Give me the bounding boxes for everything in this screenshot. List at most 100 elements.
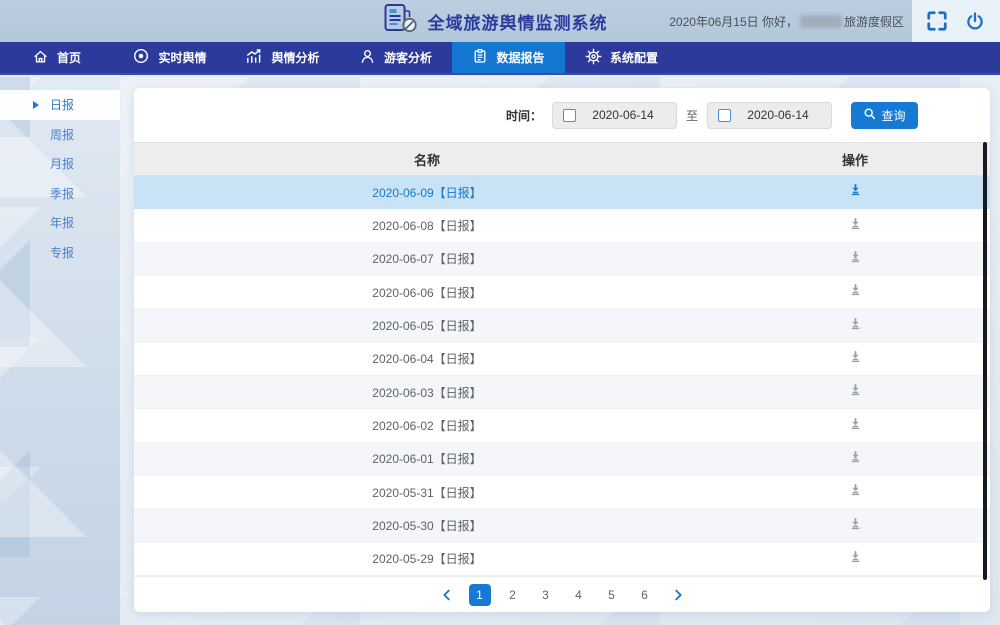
search-icon [863,107,876,123]
table-row[interactable]: 2020-06-04【日报】 [134,343,990,376]
nav-item-visitor-analysis[interactable]: 游客分析 [339,42,452,73]
download-icon[interactable] [849,283,862,296]
report-name[interactable]: 2020-06-04【日报】 [134,350,720,367]
table-row[interactable]: 2020-06-09【日报】 [134,176,990,209]
report-name[interactable]: 2020-06-03【日报】 [134,384,720,401]
topbar: 全域旅游舆情监测系统 2020年06月15日 你好，旅游度假区 [0,0,1000,42]
download-icon[interactable] [849,383,862,396]
sidebar-item-annual-report[interactable]: 年报 [0,208,120,238]
query-button-label: 查询 [881,107,905,124]
chevron-left-icon[interactable] [436,584,458,606]
report-name[interactable]: 2020-06-07【日报】 [134,250,720,267]
page-button-3[interactable]: 3 [535,584,557,606]
table-body: 2020-06-09【日报】 2020-06-08【日报】 2020-06-07… [134,176,990,576]
time-filter-label: 时间： [506,107,542,124]
sidebar-item-quarterly-report[interactable]: 季报 [0,179,120,209]
table-row[interactable]: 2020-06-05【日报】 [134,309,990,342]
sidebar-item-label: 年报 [50,214,74,231]
report-name[interactable]: 2020-05-31【日报】 [134,484,720,501]
download-icon[interactable] [849,250,862,263]
report-name[interactable]: 2020-06-02【日报】 [134,417,720,434]
table-row[interactable]: 2020-05-29【日报】 [134,543,990,576]
download-icon[interactable] [849,483,862,496]
download-icon[interactable] [849,317,862,330]
report-name[interactable]: 2020-05-29【日报】 [134,550,720,567]
app-title: 全域旅游舆情监测系统 [428,9,608,34]
pagination: 1 2 3 4 5 6 [134,576,990,612]
report-list-card: 时间： 2020-06-14 至 2020-06-14 查询 名称 [134,88,990,612]
filter-row: 时间： 2020-06-14 至 2020-06-14 查询 [134,88,990,142]
sidebar-item-weekly-report[interactable]: 周报 [0,120,120,150]
eye-icon [132,47,150,68]
table-row[interactable]: 2020-06-08【日报】 [134,209,990,242]
download-icon[interactable] [849,350,862,363]
report-name[interactable]: 2020-06-08【日报】 [134,217,720,234]
report-name[interactable]: 2020-06-05【日报】 [134,317,720,334]
report-name[interactable]: 2020-05-30【日报】 [134,517,720,534]
sidebar-item-label: 月报 [50,155,74,172]
chevron-right-icon[interactable] [667,584,689,606]
start-date-input[interactable]: 2020-06-14 [552,102,677,129]
table-header: 名称 操作 [134,142,990,176]
sidebar-item-label: 周报 [50,126,74,143]
download-icon[interactable] [849,217,862,230]
nav-item-system-config[interactable]: 系统配置 [565,42,678,73]
table-row[interactable]: 2020-06-07【日报】 [134,243,990,276]
calendar-icon [718,109,731,122]
home-icon [32,48,49,68]
report-name[interactable]: 2020-06-01【日报】 [134,450,720,467]
vertical-scrollbar[interactable] [983,142,987,580]
table-row[interactable]: 2020-05-30【日报】 [134,509,990,542]
nav-item-data-reports[interactable]: 数据报告 [452,42,565,73]
calendar-icon [563,109,576,122]
table-row[interactable]: 2020-05-31【日报】 [134,476,990,509]
download-icon[interactable] [849,183,862,196]
page-button-2[interactable]: 2 [502,584,524,606]
page-button-4[interactable]: 4 [568,584,590,606]
download-icon[interactable] [849,517,862,530]
user-greeting: 2020年06月15日 你好，旅游度假区 [669,13,904,30]
clipboard-icon [472,48,488,67]
sidebar: 日报 周报 月报 季报 年报 专报 [0,77,120,625]
end-date-value: 2020-06-14 [731,108,831,122]
nav-label: 舆情分析 [271,49,319,66]
nav-label: 数据报告 [496,49,544,66]
content-area: 日报 周报 月报 季报 年报 专报 时间： 2020-06 [0,77,1000,625]
sidebar-item-monthly-report[interactable]: 月报 [0,149,120,179]
sidebar-item-daily-report[interactable]: 日报 [0,90,120,120]
report-name[interactable]: 2020-06-09【日报】 [134,184,720,201]
download-icon[interactable] [849,417,862,430]
download-icon[interactable] [849,550,862,563]
table-row[interactable]: 2020-06-06【日报】 [134,276,990,309]
nav-item-home[interactable]: 首页 [0,42,113,73]
nav-label: 系统配置 [610,49,658,66]
column-header-name: 名称 [134,150,720,169]
download-icon[interactable] [849,450,862,463]
table-row[interactable]: 2020-06-01【日报】 [134,443,990,476]
page-button-1[interactable]: 1 [469,584,491,606]
sidebar-item-special-report[interactable]: 专报 [0,238,120,268]
query-button[interactable]: 查询 [851,102,918,129]
report-name[interactable]: 2020-06-06【日报】 [134,284,720,301]
fullscreen-icon[interactable] [925,9,949,33]
brand: 全域旅游舆情监测系统 [384,0,608,42]
topbar-actions [912,0,1000,42]
page-button-5[interactable]: 5 [601,584,623,606]
nav-item-realtime-sentiment[interactable]: 实时舆情 [113,42,226,73]
power-icon[interactable] [963,9,987,33]
sidebar-item-label: 专报 [50,244,74,261]
date-range-to-label: 至 [686,107,698,124]
table-row[interactable]: 2020-06-03【日报】 [134,376,990,409]
caret-right-icon [33,101,39,109]
redacted-org-name [800,15,842,28]
page-button-6[interactable]: 6 [634,584,656,606]
end-date-input[interactable]: 2020-06-14 [707,102,832,129]
sidebar-item-label: 季报 [50,185,74,202]
table-row[interactable]: 2020-06-02【日报】 [134,409,990,442]
sidebar-item-label: 日报 [50,96,74,113]
app-logo-newspaper-magnifier-icon [384,3,418,39]
column-header-operation: 操作 [720,150,990,169]
main-nav: 首页 实时舆情 舆情分析 游客分析 [0,42,1000,75]
nav-label: 实时舆情 [158,49,206,66]
nav-item-sentiment-analysis[interactable]: 舆情分析 [226,42,339,73]
